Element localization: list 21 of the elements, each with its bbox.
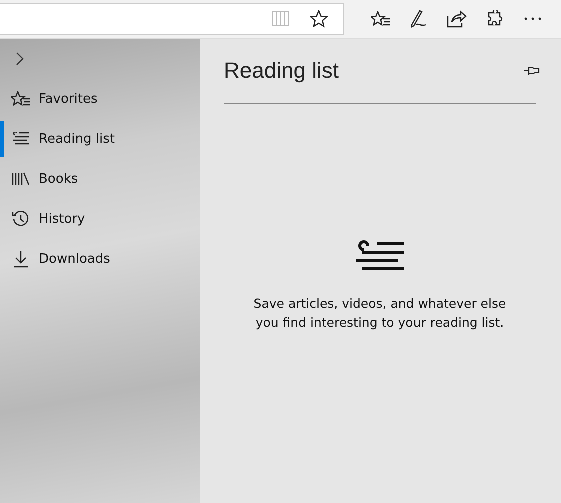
panel-title: Reading list: [224, 58, 339, 84]
pen-icon: [409, 9, 429, 29]
sidebar-item[interactable]: History: [0, 199, 200, 239]
share-icon: [447, 10, 467, 28]
sidebar-item[interactable]: Books: [0, 159, 200, 199]
books-icon: [12, 172, 30, 186]
sidebar-item[interactable]: Favorites: [0, 79, 200, 119]
empty-message: Save articles, videos, and whatever else you find interesting to your reading list.: [252, 295, 508, 332]
more-icon: [524, 17, 542, 21]
star-list-icon: [10, 91, 30, 107]
puzzle-icon: [486, 10, 504, 28]
reading-view-icon: [272, 11, 290, 27]
star-icon: [310, 10, 328, 28]
pin-icon: [524, 66, 540, 76]
history-icon: [12, 210, 30, 228]
download-icon: [12, 250, 28, 268]
reading-list-icon: [12, 132, 30, 146]
star-list-icon: [371, 11, 391, 27]
chevron-right-icon: [15, 52, 25, 66]
sidebar-item[interactable]: Downloads: [0, 239, 200, 279]
sidebar-item[interactable]: Reading list: [0, 119, 200, 159]
